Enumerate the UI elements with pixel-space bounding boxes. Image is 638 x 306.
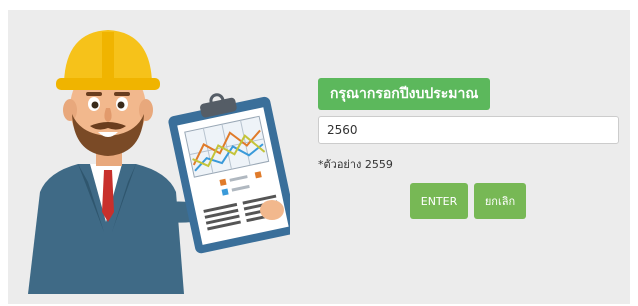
form-title-label: กรุณากรอกปีงบประมาณ xyxy=(318,78,491,110)
cancel-button[interactable]: ยกเลิก xyxy=(474,183,526,219)
button-group: ENTER ยกเลิก xyxy=(410,183,621,219)
budget-year-form: กรุณากรอกปีงบประมาณ *ตัวอย่าง 2559 ENTER… xyxy=(318,78,621,219)
example-hint: *ตัวอย่าง 2559 xyxy=(318,158,393,171)
worker-clipboard-illustration xyxy=(28,30,290,294)
fiscal-year-input[interactable] xyxy=(318,116,619,144)
enter-button[interactable]: ENTER xyxy=(410,183,468,219)
